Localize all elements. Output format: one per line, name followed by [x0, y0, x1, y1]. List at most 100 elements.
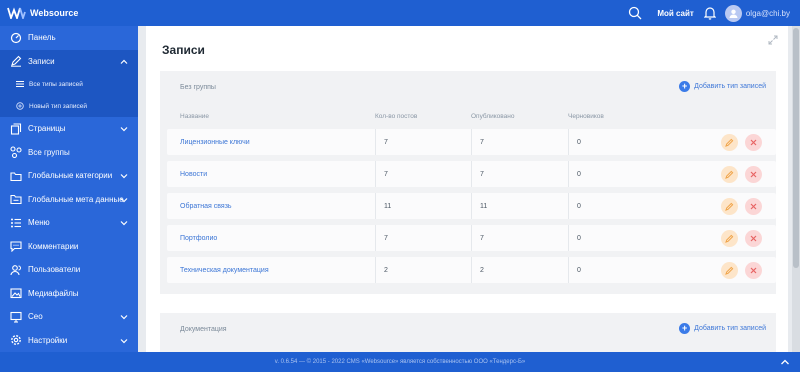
- post-type-name-link[interactable]: Новости: [180, 161, 375, 187]
- posts-count: 11: [375, 193, 471, 219]
- sidebar-item-menu[interactable]: Меню: [0, 211, 138, 235]
- sidebar-item-seo[interactable]: Сео: [0, 305, 138, 329]
- close-icon: [750, 267, 757, 274]
- published-count: 2: [471, 257, 568, 283]
- sidebar-item-global-meta[interactable]: Глобальные мета данные: [0, 188, 138, 212]
- scroll-to-top-icon[interactable]: [780, 357, 790, 367]
- footer: v. 0.6.54 — © 2015 - 2022 CMS «Websource…: [0, 352, 800, 372]
- edit-button[interactable]: [721, 166, 738, 183]
- sidebar-item-global-categories[interactable]: Глобальные категории: [0, 164, 138, 188]
- table-row: Обратная связь 11 11 0: [167, 193, 776, 219]
- sidebar-item-label: Комментарии: [28, 241, 79, 251]
- posts-count: 7: [375, 129, 471, 155]
- content-card: Записи Без группы + Добавить тип записей…: [146, 26, 788, 352]
- delete-button[interactable]: [745, 134, 762, 151]
- sidebar-item-label: Настройки: [28, 335, 68, 345]
- table-row: Лицензионные ключи 7 7 0: [167, 129, 776, 155]
- delete-button[interactable]: [745, 262, 762, 279]
- close-icon: [750, 139, 757, 146]
- edit-button[interactable]: [721, 262, 738, 279]
- image-icon: [10, 288, 22, 299]
- page-title: Записи: [162, 43, 205, 57]
- published-count: 11: [471, 193, 568, 219]
- search-icon[interactable]: [627, 5, 643, 21]
- close-icon: [750, 203, 757, 210]
- sidebar-subitem-label: Новый тип записей: [29, 102, 88, 110]
- chevron-down-icon: [120, 221, 128, 226]
- brand[interactable]: Websource: [0, 0, 138, 26]
- table-row: Техническая документация 2 2 0: [167, 257, 776, 283]
- drafts-count: 0: [568, 129, 718, 155]
- post-type-name-link[interactable]: Лицензионные ключи: [180, 129, 375, 155]
- expand-icon[interactable]: [768, 35, 778, 45]
- brand-name: Websource: [30, 8, 79, 18]
- post-type-name-link[interactable]: Техническая документация: [180, 257, 375, 283]
- add-post-type-button[interactable]: + Добавить тип записей: [679, 323, 766, 334]
- posts-count: 2: [375, 257, 471, 283]
- sidebar-item-posts[interactable]: Записи: [0, 49, 138, 73]
- pencil-icon: [725, 138, 734, 147]
- delete-button[interactable]: [745, 198, 762, 215]
- vertical-scrollbar[interactable]: [792, 26, 800, 352]
- sidebar-item-settings[interactable]: Настройки: [0, 329, 138, 353]
- edit-button[interactable]: [721, 230, 738, 247]
- column-header[interactable]: Черновиков: [568, 113, 718, 120]
- post-type-group: Без группы + Добавить тип записей Назван…: [160, 71, 776, 294]
- close-icon: [750, 171, 757, 178]
- sidebar-item-all-groups[interactable]: Все группы: [0, 141, 138, 165]
- gear-icon: [11, 335, 21, 346]
- user-avatar[interactable]: [724, 4, 742, 22]
- scrollbar-thumb[interactable]: [793, 28, 799, 268]
- sidebar-subitem-label: Все типы записей: [29, 80, 83, 88]
- add-post-type-button[interactable]: + Добавить тип записей: [679, 81, 766, 92]
- sidebar-item-dashboard[interactable]: Панель: [0, 26, 138, 50]
- delete-button[interactable]: [745, 230, 762, 247]
- sidebar-subitem-all-post-types[interactable]: Все типы записей: [0, 73, 138, 95]
- sidebar-item-label: Меню: [28, 218, 50, 228]
- pen-icon: [11, 55, 22, 67]
- sidebar-item-media[interactable]: Медиафайлы: [0, 282, 138, 306]
- post-type-name-link[interactable]: Обратная связь: [180, 193, 375, 219]
- sidebar-item-pages[interactable]: Страницы: [0, 117, 138, 141]
- group-header: Без группы + Добавить тип записей: [160, 71, 776, 103]
- table-header: Название Кол-во постов Опубликовано Черн…: [160, 103, 776, 129]
- post-type-name-link[interactable]: Портфолио: [180, 225, 375, 251]
- table-row: Новости 7 7 0: [167, 161, 776, 187]
- pencil-icon: [725, 266, 734, 275]
- edit-button[interactable]: [721, 134, 738, 151]
- sidebar-item-label: Страницы: [28, 124, 66, 134]
- chevron-down-icon: [120, 315, 128, 320]
- chevron-down-icon: [120, 174, 128, 179]
- delete-button[interactable]: [745, 166, 762, 183]
- column-header[interactable]: Кол-во постов: [375, 113, 471, 120]
- sidebar-item-users[interactable]: Пользователи: [0, 258, 138, 282]
- plus-icon: +: [679, 323, 691, 334]
- user-email[interactable]: olga@chi.by: [746, 9, 790, 18]
- folder-icon: [10, 172, 22, 181]
- chevron-down-icon: [120, 197, 128, 202]
- users-icon: [10, 264, 21, 275]
- sidebar-item-label: Все группы: [28, 147, 70, 157]
- group-title: Без группы: [180, 83, 216, 91]
- edit-button[interactable]: [721, 198, 738, 215]
- published-count: 7: [471, 129, 568, 155]
- pencil-icon: [725, 170, 734, 179]
- column-header[interactable]: Название: [180, 113, 375, 120]
- published-count: 7: [471, 161, 568, 187]
- pages-icon: [10, 123, 22, 135]
- drafts-count: 0: [568, 225, 718, 251]
- drafts-count: 0: [568, 257, 718, 283]
- posts-count: 7: [375, 161, 471, 187]
- main-content: Записи Без группы + Добавить тип записей…: [138, 26, 800, 352]
- my-site-link[interactable]: Мой сайт: [657, 9, 694, 18]
- notifications-bell-icon[interactable]: [703, 6, 716, 20]
- chevron-down-icon: [120, 127, 128, 132]
- meta-data-icon: [10, 195, 22, 205]
- sidebar-item-label: Глобальные категории: [28, 171, 113, 181]
- column-header[interactable]: Опубликовано: [471, 113, 568, 120]
- close-icon: [750, 235, 757, 242]
- sidebar-item-label: Записи: [28, 56, 55, 66]
- sidebar-item-label: Медиафайлы: [28, 288, 79, 298]
- sidebar-subitem-new-post-type[interactable]: Новый тип записей: [0, 95, 138, 117]
- sidebar-item-comments[interactable]: Комментарии: [0, 235, 138, 259]
